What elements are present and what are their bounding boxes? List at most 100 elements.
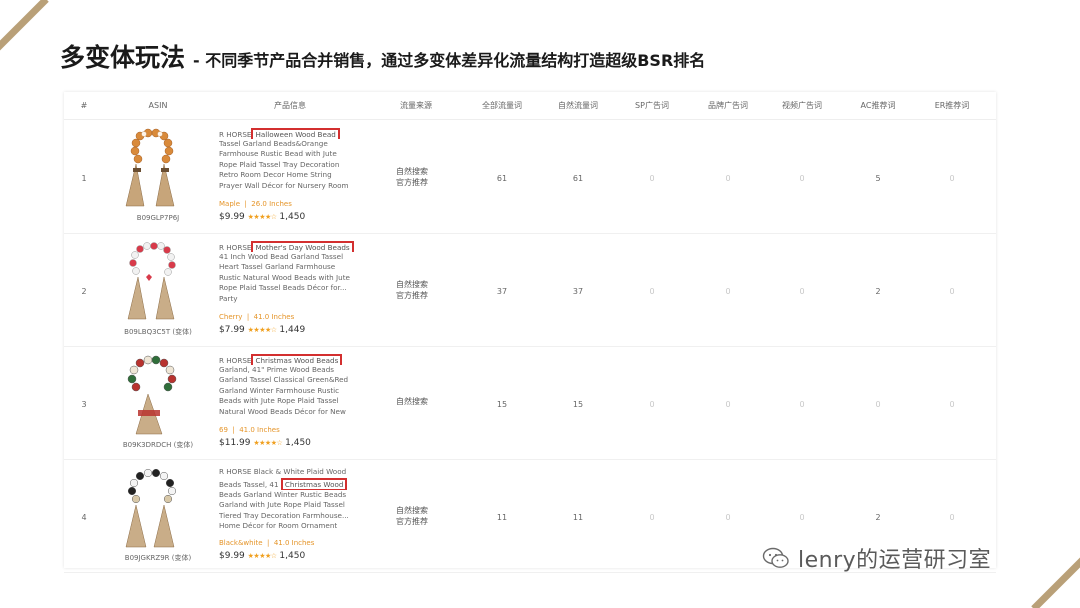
title-line: Garland with Jute Rope Plaid Tassel	[219, 500, 345, 510]
ac-keywords-count[interactable]: 2	[848, 513, 908, 522]
star-rating-icon: ★★★★☆	[247, 552, 277, 560]
keyword-table: # ASIN 产品信息 流量来源 全部流量词 自然流量词 SP广告词 品牌广告词…	[64, 92, 996, 573]
table-row[interactable]: 2 B09LBQ3C5T (变体) R HORSE Mother's Day Wo…	[64, 235, 996, 347]
natural-keywords-count[interactable]: 11	[548, 513, 608, 522]
all-keywords-count[interactable]: 11	[472, 513, 532, 522]
price: $7.99	[219, 325, 245, 335]
th-all-keywords[interactable]: 全部流量词	[472, 92, 532, 120]
product-title[interactable]: R HORSE Black & White Plaid Wood Beads T…	[219, 467, 369, 532]
video-keywords-count[interactable]: 0	[772, 513, 832, 522]
product-image-christmas-beads[interactable]	[118, 354, 182, 436]
brand-keywords-count[interactable]: 0	[698, 287, 758, 296]
natural-keywords-count[interactable]: 61	[548, 174, 608, 183]
all-keywords-count[interactable]: 15	[472, 400, 532, 409]
variant-size: 41.0 Inches	[253, 313, 295, 321]
title-line: Rope Plaid Tassel Beads Décor for...	[219, 283, 347, 293]
star-rating-icon: ★★★★☆	[247, 326, 277, 334]
th-traffic-source[interactable]: 流量来源	[386, 92, 446, 120]
title-line: Tiered Tray Decoration Farmhouse...	[219, 510, 349, 520]
th-sp-keywords[interactable]: SP广告词	[622, 92, 682, 120]
th-natural-keywords[interactable]: 自然流量词	[548, 92, 608, 120]
title-line: Natural Wood Beads Décor for New	[219, 406, 346, 416]
variant-info: Cherry | 41.0 Inches	[219, 313, 295, 321]
brand-keywords-count[interactable]: 0	[698, 400, 758, 409]
review-count: 1,450	[279, 551, 306, 561]
variant-size: 26.0 Inches	[251, 200, 292, 208]
title-line: Retro Room Decor Home String	[219, 170, 332, 180]
highlight-keyword-box: Christmas Wood Beads	[251, 354, 343, 365]
er-keywords-count[interactable]: 0	[922, 174, 982, 183]
brand-prefix: R HORSE	[219, 243, 252, 252]
title-line: Beads Garland Winter Rustic Beads	[219, 489, 347, 499]
ac-keywords-count[interactable]: 5	[848, 174, 908, 183]
brand-keywords-count[interactable]: 0	[698, 174, 758, 183]
price-rating: $9.99 ★★★★☆ 1,450	[219, 551, 305, 561]
brand-prefix: R HORSE	[219, 130, 252, 139]
title-line: Garland, 41" Prime Wood Beads	[219, 364, 335, 374]
brand-keywords-count[interactable]: 0	[698, 513, 758, 522]
er-keywords-count[interactable]: 0	[922, 513, 982, 522]
th-video-keywords[interactable]: 视频广告词	[772, 92, 832, 120]
sp-keywords-count[interactable]: 0	[622, 287, 682, 296]
ac-keywords-count[interactable]: 0	[848, 400, 908, 409]
product-title[interactable]: R HORSE Halloween Wood Bead Tassel Garlan…	[219, 128, 369, 192]
th-brand-keywords[interactable]: 品牌广告词	[698, 92, 758, 120]
asin-code[interactable]: B09K3DRDCH (变体)	[98, 440, 218, 450]
ac-keywords-count[interactable]: 2	[848, 287, 908, 296]
natural-keywords-count[interactable]: 37	[548, 287, 608, 296]
table-row[interactable]: 3 B09K3DRDCH (变体) R HORSE Christmas Wood …	[64, 348, 996, 460]
title-main: 多变体玩法	[60, 43, 186, 72]
star-rating-icon: ★★★★☆	[253, 439, 283, 447]
source-item: 官方推荐	[396, 517, 428, 526]
wechat-icon	[762, 547, 789, 568]
table-header: # ASIN 产品信息 流量来源 全部流量词 自然流量词 SP广告词 品牌广告词…	[64, 92, 996, 120]
variant-name: 69	[219, 426, 228, 434]
variant-size: 41.0 Inches	[239, 426, 280, 434]
traffic-source: 自然搜索 官方推荐	[396, 505, 436, 527]
product-image-mothers-day-beads[interactable]	[118, 241, 182, 323]
product-image-halloween-beads[interactable]	[118, 128, 182, 210]
row-index: 3	[81, 400, 87, 409]
title-line: Garland Tassel Classical Green&Red	[219, 375, 349, 385]
th-er-keywords[interactable]: ER推荐词	[922, 92, 982, 120]
video-keywords-count[interactable]: 0	[772, 174, 832, 183]
brand-prefix: R HORSE	[219, 356, 252, 365]
sp-keywords-count[interactable]: 0	[622, 400, 682, 409]
asin-code[interactable]: B09JGKRZ9R (变体)	[98, 553, 218, 563]
review-count: 1,450	[279, 212, 306, 222]
th-ac-keywords[interactable]: AC推荐词	[848, 92, 908, 120]
highlight-keyword-box: Christmas Wood	[280, 477, 348, 490]
asin-code[interactable]: B09GLP7P6J	[98, 214, 218, 222]
review-count: 1,450	[285, 438, 311, 448]
table-row[interactable]: 1 B09GLP7P6J R HORSE Halloween Wood Bead …	[64, 122, 996, 234]
highlight-keyword-box: Mother's Day Wood Beads	[251, 241, 354, 252]
product-title[interactable]: R HORSE Christmas Wood Beads Garland, 41"…	[219, 354, 369, 418]
price-rating: $9.99 ★★★★☆ 1,450	[219, 212, 305, 222]
th-index[interactable]: #	[74, 92, 94, 120]
natural-keywords-count[interactable]: 15	[548, 400, 608, 409]
traffic-source: 自然搜索	[396, 396, 436, 407]
sp-keywords-count[interactable]: 0	[622, 174, 682, 183]
product-title[interactable]: R HORSE Mother's Day Wood Beads 41 Inch W…	[219, 241, 369, 305]
source-item: 官方推荐	[396, 178, 428, 187]
video-keywords-count[interactable]: 0	[772, 400, 832, 409]
er-keywords-count[interactable]: 0	[922, 400, 982, 409]
row-index: 4	[81, 513, 87, 522]
video-keywords-count[interactable]: 0	[772, 287, 832, 296]
source-item: 自然搜索	[396, 506, 428, 515]
title-line: Garland Winter Farmhouse Rustic	[219, 385, 340, 395]
variant-name: Maple	[219, 200, 241, 208]
price-rating: $7.99 ★★★★☆ 1,449	[219, 325, 305, 335]
sp-keywords-count[interactable]: 0	[622, 513, 682, 522]
all-keywords-count[interactable]: 37	[472, 287, 532, 296]
star-rating-icon: ★★★★☆	[247, 213, 277, 221]
traffic-source: 自然搜索 官方推荐	[396, 279, 436, 301]
title-line: Rope Plaid Tassel Tray Decoration	[219, 159, 340, 169]
all-keywords-count[interactable]: 61	[472, 174, 532, 183]
er-keywords-count[interactable]: 0	[922, 287, 982, 296]
product-image-black-white-beads[interactable]	[118, 467, 182, 549]
th-product-info[interactable]: 产品信息	[260, 92, 320, 120]
asin-code[interactable]: B09LBQ3C5T (变体)	[98, 327, 218, 337]
th-asin[interactable]: ASIN	[128, 92, 188, 120]
variant-info: Black&white | 41.0 Inches	[219, 539, 315, 547]
